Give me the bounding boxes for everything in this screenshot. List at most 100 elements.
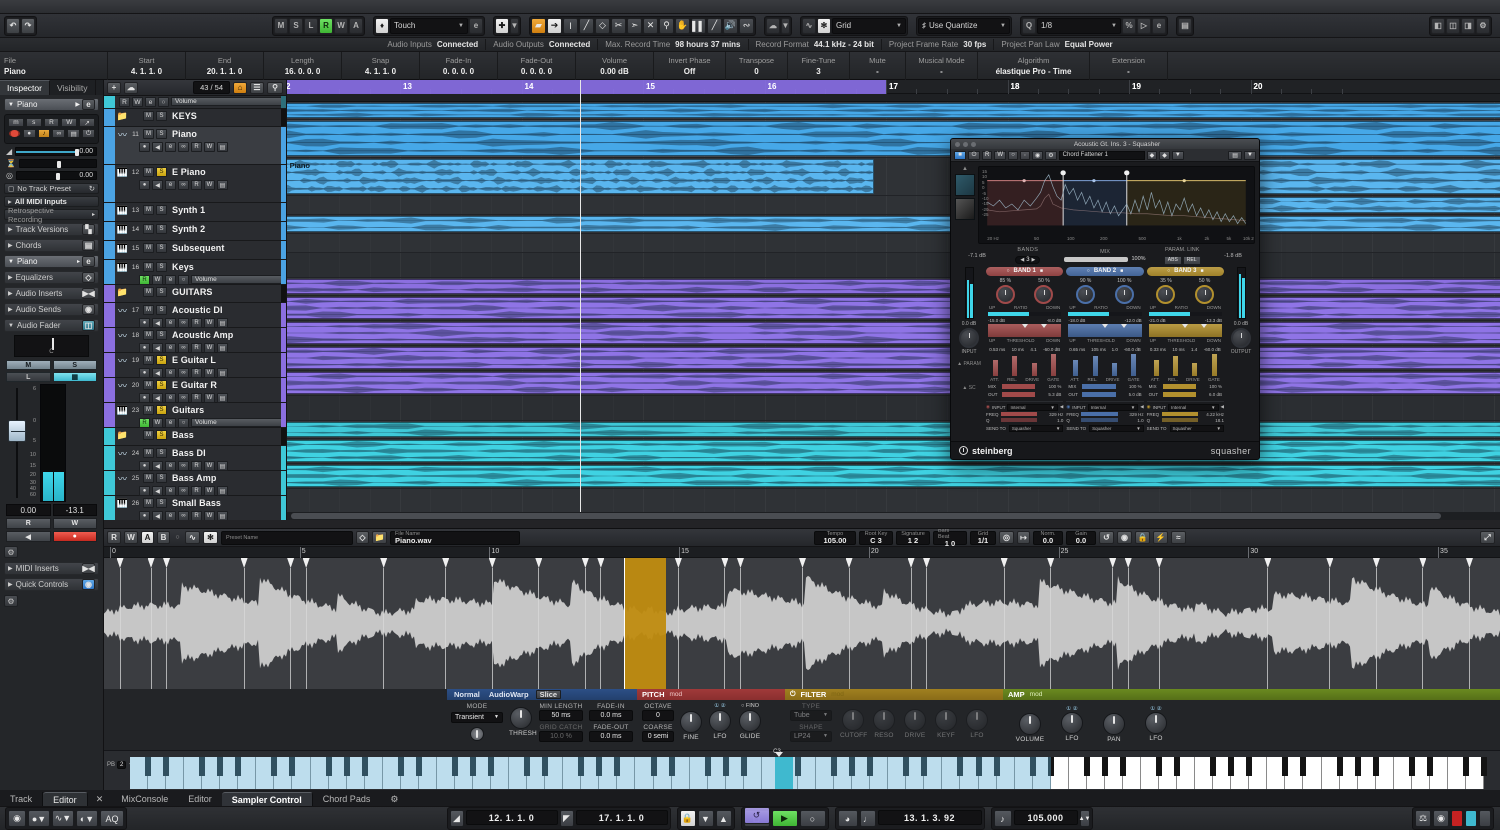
event-info-fade-out[interactable]: Fade-Out0. 0. 0. 0 [498, 52, 576, 80]
track-ctrl-2[interactable]: e [165, 142, 176, 152]
bands-stepper[interactable]: ◀ 3 ▶ [1015, 256, 1040, 264]
track-ctrl-1[interactable]: ◀ [152, 486, 163, 496]
track-ctrl-1[interactable]: ◀ [152, 511, 163, 520]
slice-marker-line[interactable] [802, 568, 803, 689]
redo-button[interactable]: ↷ [21, 18, 35, 34]
audio-clip[interactable] [287, 279, 1500, 294]
black-key[interactable] [1409, 757, 1415, 776]
track-ctrl-0[interactable]: ● [139, 343, 150, 353]
track-mute-button[interactable]: M [143, 243, 154, 253]
bars-beats-field[interactable]: Bars Beat 1 0 [933, 531, 967, 545]
black-key[interactable] [1300, 757, 1306, 776]
track-color-strip[interactable] [104, 303, 115, 327]
arrange-lane[interactable] [287, 489, 1500, 514]
band-threshold-slider[interactable] [1068, 324, 1141, 337]
track-ctrl-4[interactable]: R [191, 343, 202, 353]
slice-marker-line[interactable] [306, 568, 307, 689]
arrange-lane[interactable] [287, 421, 1500, 439]
arrange-lane[interactable]: E PianoE Piano [287, 158, 1500, 196]
auto-l-button[interactable]: L [304, 18, 318, 34]
midi-icon-button[interactable]: ♪ [38, 129, 51, 138]
output-gain-knob[interactable] [1231, 328, 1251, 348]
slice-marker-line[interactable] [724, 568, 725, 689]
lane-write-button[interactable]: W [152, 275, 163, 285]
octave-value[interactable]: 0 [642, 710, 674, 721]
band-threshold-slider[interactable] [1149, 324, 1222, 337]
track-ctrl-6[interactable]: ▤ [217, 511, 228, 520]
arrange-lane[interactable]: HALion Sonic SE 01-02 (Bass Amp) [287, 464, 1500, 489]
band-env-bar-1[interactable] [1093, 356, 1098, 376]
lock-button[interactable]: ∞ [52, 129, 65, 138]
tempo-display[interactable]: 105.000 [1014, 810, 1078, 825]
track-color-strip[interactable] [104, 203, 115, 221]
slice-marker-line[interactable] [383, 568, 384, 689]
band-env-bar-0[interactable] [993, 360, 998, 376]
plugin-io-menu-icon[interactable]: ▼ [1244, 151, 1256, 160]
mute-mini-button[interactable]: m [8, 118, 24, 127]
audio-clip[interactable] [287, 422, 1500, 437]
track-ctrl-3[interactable]: ∞ [178, 486, 189, 496]
punch-in-icon[interactable]: ◢ [450, 810, 464, 827]
track-name[interactable]: E Guitar L [172, 355, 216, 365]
track-ctrl-6[interactable]: ▤ [217, 343, 228, 353]
filter-drive-knob[interactable] [904, 709, 926, 731]
right-locator-field[interactable]: 17. 1. 1. 0 [576, 810, 668, 825]
black-key[interactable] [1120, 757, 1126, 776]
track-ctrl-3[interactable]: ∞ [178, 343, 189, 353]
audio-mode-icon[interactable]: ∿▼ [52, 810, 74, 827]
track-mute-button[interactable]: M [143, 380, 154, 390]
band-up-ratio-knob[interactable] [1156, 285, 1175, 304]
band-power-icon[interactable]: ○ [1006, 268, 1009, 274]
black-key[interactable] [1210, 757, 1216, 776]
track-solo-button[interactable]: S [156, 287, 167, 297]
arrange-lane[interactable] [287, 196, 1500, 215]
event-info-musical-mode[interactable]: Musical Mode- [906, 52, 978, 80]
arrange-lane[interactable] [287, 102, 1500, 120]
track-solo-button[interactable]: S [156, 129, 167, 139]
search-icon[interactable]: ⚲ [267, 82, 283, 94]
setup-icon[interactable]: ▤ [1178, 18, 1192, 34]
quick-controls-settings-icon[interactable]: ⚙ [4, 595, 18, 607]
preset-browse-icon[interactable]: ◇ [356, 531, 369, 544]
track-mute-button[interactable]: M [143, 405, 154, 415]
track-solo-button[interactable]: S [156, 473, 167, 483]
track-solo-button[interactable]: S [156, 498, 167, 508]
track-ctrl-4[interactable]: R [191, 393, 202, 403]
track-mute-button[interactable]: M [143, 129, 154, 139]
band-power-icon[interactable]: ○ [1167, 268, 1170, 274]
sidebar-item-audio-sends[interactable]: ▶ Audio Sends ◉ [4, 303, 99, 316]
arrange-lane[interactable] [287, 234, 1500, 253]
slice-marker-line[interactable] [120, 568, 121, 689]
auto-m-button[interactable]: M [274, 18, 288, 34]
plugin-bypass-icon[interactable]: ■ [954, 151, 966, 160]
slice-marker-line[interactable] [244, 568, 245, 689]
track-color-strip[interactable] [104, 403, 115, 427]
home-icon[interactable]: ⌂ [233, 82, 247, 94]
event-info-invert-phase[interactable]: Invert PhaseOff [654, 52, 726, 80]
audio-clip[interactable]: Error 394 Melody 1 [287, 372, 1500, 394]
snap-transient-icon[interactable]: ⚡ [1153, 531, 1168, 544]
track-name[interactable]: Acoustic Amp [172, 330, 233, 340]
automation-icon[interactable]: ♦ [375, 18, 389, 34]
sc-input-select[interactable]: Internal▼ [1088, 404, 1138, 411]
position-display[interactable]: 13. 1. 3. 92 [878, 810, 982, 825]
band-solo-icon[interactable]: ■ [1040, 268, 1043, 274]
root-key-highlight[interactable] [775, 757, 793, 789]
band-out-slider[interactable] [1002, 392, 1035, 397]
audio-clip[interactable] [287, 216, 1500, 232]
black-key[interactable] [1463, 757, 1469, 776]
text-edit-tool[interactable]: I [563, 18, 578, 34]
event-info-algorithm[interactable]: Algorithmélastique Pro - Time [978, 52, 1090, 80]
lane-mute-button[interactable]: ○ [178, 418, 189, 428]
zoom-tool[interactable]: ⚲ [659, 18, 674, 34]
minimize-icon[interactable] [963, 142, 968, 147]
chords-icon[interactable]: ▤ [82, 240, 95, 251]
track-ctrl-6[interactable]: ▤ [217, 318, 228, 328]
octave-display[interactable]: 2 [117, 761, 126, 769]
fader-mute-button[interactable]: M [6, 360, 51, 370]
track-ctrl-0[interactable]: ● [139, 180, 150, 190]
track-row-bass-di[interactable]: 〰24MSBass DI●◀e∞RW▤ [104, 446, 286, 471]
band-env-bar-1[interactable] [1012, 356, 1017, 376]
fader-settings-icon[interactable]: ⚙ [4, 546, 18, 558]
no-track-preset-row[interactable]: ◻ No Track Preset ↻ [4, 183, 99, 194]
